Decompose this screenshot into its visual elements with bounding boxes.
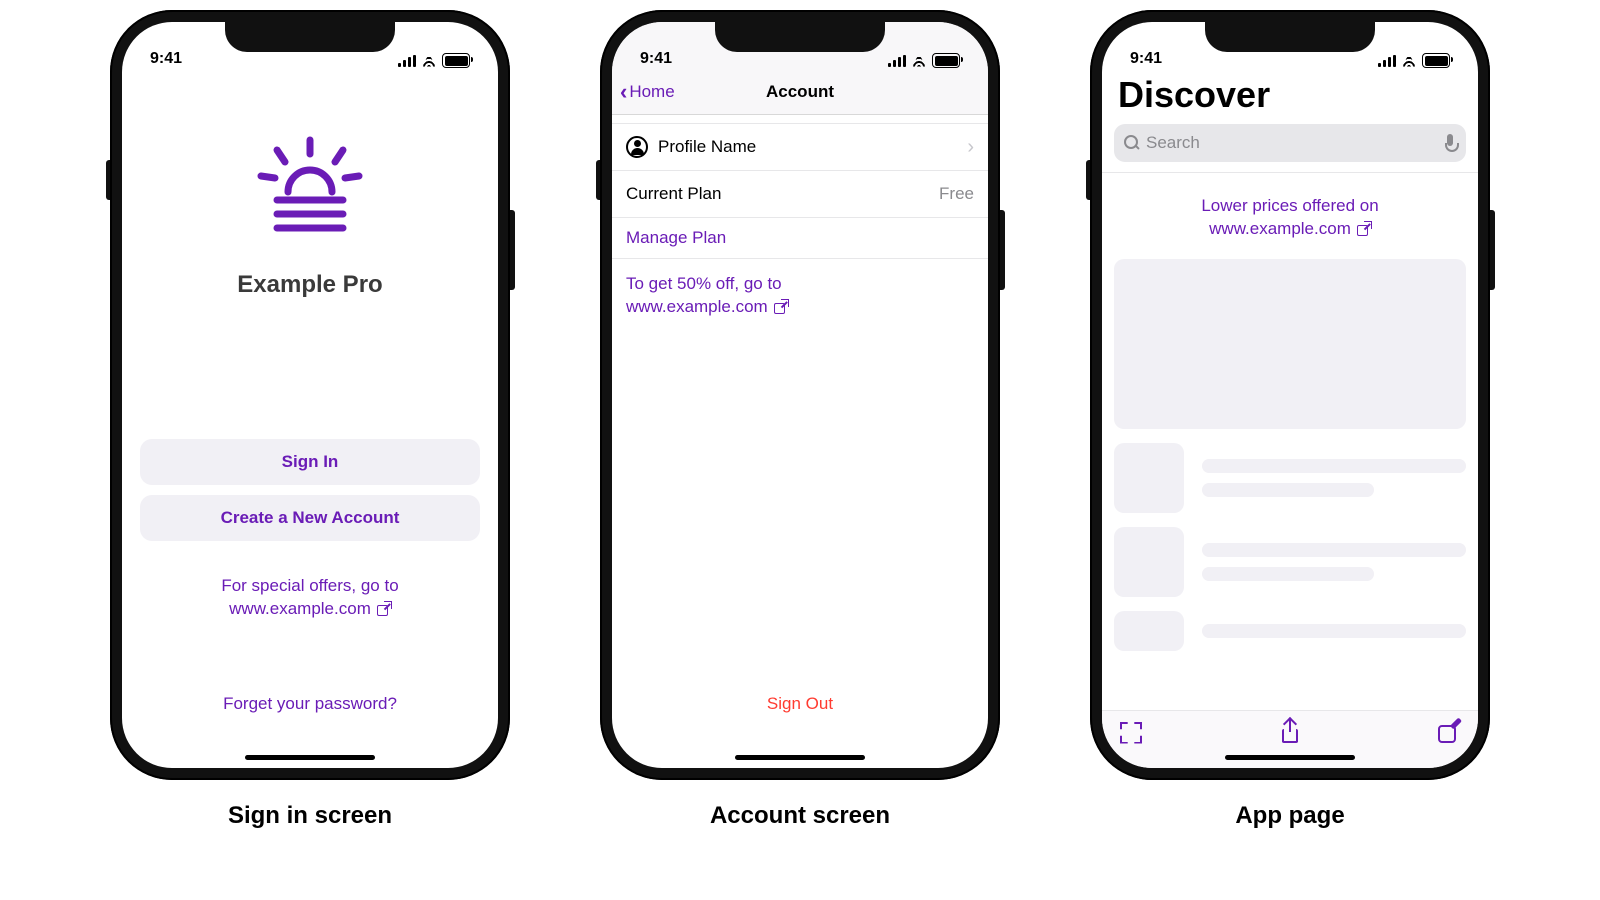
placeholder-line bbox=[1202, 624, 1466, 638]
brand-title: Example Pro bbox=[237, 271, 382, 299]
current-plan-row: Current Plan Free bbox=[612, 171, 988, 218]
placeholder-line bbox=[1202, 459, 1466, 473]
search-field[interactable]: Search bbox=[1114, 124, 1466, 162]
profile-row[interactable]: Profile Name › bbox=[612, 123, 988, 171]
sign-out-button[interactable]: Sign Out bbox=[612, 694, 988, 714]
placeholder-row bbox=[1114, 443, 1466, 513]
plan-value: Free bbox=[939, 184, 974, 204]
chevron-right-icon: › bbox=[967, 136, 974, 159]
manage-plan-link[interactable]: Manage Plan bbox=[612, 218, 988, 259]
content-placeholders bbox=[1102, 259, 1478, 651]
promo-line1: Lower prices offered on bbox=[1112, 195, 1468, 218]
mic-icon[interactable] bbox=[1444, 134, 1456, 152]
forgot-password-link[interactable]: Forget your password? bbox=[223, 694, 397, 714]
nav-title: Account bbox=[612, 82, 988, 102]
promo-line2: www.example.com bbox=[1209, 218, 1351, 241]
wifi-icon bbox=[911, 55, 927, 67]
home-indicator bbox=[735, 755, 865, 760]
placeholder-thumb bbox=[1114, 527, 1184, 597]
plan-label: Current Plan bbox=[626, 184, 721, 204]
cellular-icon bbox=[398, 55, 416, 67]
home-indicator bbox=[245, 755, 375, 760]
status-time: 9:41 bbox=[150, 50, 182, 68]
caption-app-page: App page bbox=[1235, 802, 1344, 830]
search-placeholder: Search bbox=[1146, 133, 1200, 153]
cellular-icon bbox=[1378, 55, 1396, 67]
placeholder-line bbox=[1202, 543, 1466, 557]
placeholder-line bbox=[1202, 567, 1374, 581]
placeholder-row bbox=[1114, 611, 1466, 651]
profile-label: Profile Name bbox=[658, 137, 756, 157]
promo-banner[interactable]: Lower prices offered on www.example.com bbox=[1102, 173, 1478, 259]
cellular-icon bbox=[888, 55, 906, 67]
nav-bar: ‹ Home Account bbox=[612, 70, 988, 115]
notch bbox=[225, 22, 395, 52]
scan-icon[interactable] bbox=[1120, 722, 1142, 744]
person-icon bbox=[626, 136, 648, 158]
share-icon[interactable] bbox=[1279, 722, 1301, 744]
phone-signin: 9:41 bbox=[110, 10, 510, 780]
page-title: Discover bbox=[1102, 70, 1478, 124]
placeholder-thumb bbox=[1114, 443, 1184, 513]
promo-link[interactable]: For special offers, go to www.example.co… bbox=[221, 575, 398, 621]
wifi-icon bbox=[421, 55, 437, 67]
home-indicator bbox=[1225, 755, 1355, 760]
placeholder-hero bbox=[1114, 259, 1466, 429]
promo-line1: For special offers, go to bbox=[221, 575, 398, 598]
promo-line2: www.example.com bbox=[626, 296, 768, 319]
create-account-button[interactable]: Create a New Account bbox=[140, 495, 480, 541]
status-time: 9:41 bbox=[1130, 50, 1162, 68]
manage-plan-label: Manage Plan bbox=[626, 228, 726, 248]
caption-account: Account screen bbox=[710, 802, 890, 830]
placeholder-row bbox=[1114, 527, 1466, 597]
battery-icon bbox=[442, 53, 470, 68]
promo-line1: To get 50% off, go to bbox=[626, 273, 974, 296]
placeholder-line bbox=[1202, 483, 1374, 497]
external-link-icon bbox=[774, 300, 788, 314]
promo-line2: www.example.com bbox=[229, 598, 371, 621]
battery-icon bbox=[1422, 53, 1450, 68]
notch bbox=[1205, 22, 1375, 52]
notch bbox=[715, 22, 885, 52]
caption-signin: Sign in screen bbox=[228, 802, 392, 830]
sign-in-button[interactable]: Sign In bbox=[140, 439, 480, 485]
app-logo-icon bbox=[255, 136, 365, 241]
status-time: 9:41 bbox=[640, 50, 672, 68]
search-icon bbox=[1124, 135, 1140, 151]
external-link-icon bbox=[377, 602, 391, 616]
wifi-icon bbox=[1401, 55, 1417, 67]
placeholder-thumb bbox=[1114, 611, 1184, 651]
external-link-icon bbox=[1357, 222, 1371, 236]
battery-icon bbox=[932, 53, 960, 68]
promo-link[interactable]: To get 50% off, go to www.example.com bbox=[612, 259, 988, 333]
compose-icon[interactable] bbox=[1438, 722, 1460, 744]
phone-account: 9:41 ‹ Home Account bbox=[600, 10, 1000, 780]
phone-app-page: 9:41 Discover Search Lower prices offere… bbox=[1090, 10, 1490, 780]
